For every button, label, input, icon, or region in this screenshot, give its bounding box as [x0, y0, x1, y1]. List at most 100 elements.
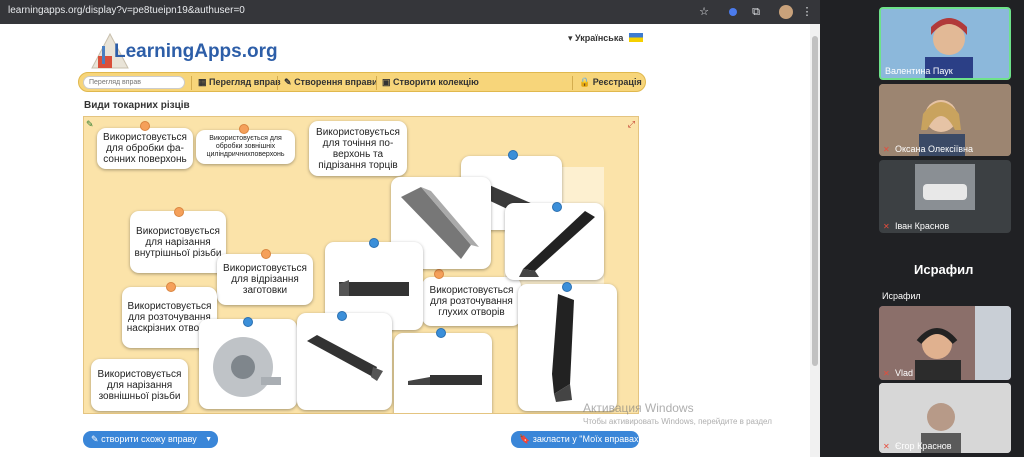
drag-pin: [337, 311, 347, 321]
participant-tile[interactable]: ✕ Єгор Краснов: [879, 383, 1011, 453]
bookmark-star-icon[interactable]: ☆: [696, 4, 712, 20]
participant-label: ✕ Оксана Олексіївна: [883, 144, 973, 154]
grid-icon: ▦: [198, 77, 207, 87]
create-similar-label: створити схожу вправу: [101, 434, 197, 444]
boring-tool-image: [408, 375, 482, 385]
nav-divider: [277, 76, 278, 90]
site-logo[interactable]: LearningApps.org: [88, 28, 288, 76]
scrollbar-thumb[interactable]: [812, 36, 818, 366]
mic-off-icon: ✕: [883, 369, 890, 378]
drag-pin: [369, 238, 379, 248]
drag-pin: [434, 269, 444, 279]
create-similar-button[interactable]: ✎ створити схожу вправу ▼: [83, 431, 218, 448]
participant-tile[interactable]: ✕ Vlad: [879, 306, 1011, 380]
edit-icon[interactable]: ✎: [86, 119, 94, 130]
drag-pin: [552, 202, 562, 212]
image-card[interactable]: [518, 284, 617, 411]
participant-name: Іван Краснов: [895, 221, 950, 231]
nav-browse-exercises[interactable]: ▦ Перегляд вправ: [198, 77, 281, 88]
chevron-down-icon[interactable]: ▼: [205, 431, 212, 448]
text-card-label: Використовується для відрізання заготовк…: [223, 263, 307, 296]
nav-create-collection[interactable]: ▣ Створити колекцію: [382, 77, 479, 88]
lathe-tool-image: [519, 211, 595, 277]
mic-off-icon: ✕: [883, 222, 890, 231]
address-bar[interactable]: learningapps.org/display?v=pe8tueipn19&a…: [0, 0, 820, 24]
search-input[interactable]: [83, 76, 185, 89]
web-page: LearningApps.org ▾ Українська ▦ Перегляд…: [0, 24, 810, 457]
activation-title: Активация Windows: [583, 401, 694, 415]
pencil-icon: ✎: [284, 77, 292, 87]
image-card[interactable]: [199, 319, 297, 409]
nav-create-exercise[interactable]: ✎ Створення вправи: [284, 77, 378, 88]
text-card[interactable]: Використовується для обробки фа-сонних п…: [97, 128, 193, 169]
text-card[interactable]: Використовується для нарізання внутрішнь…: [130, 211, 226, 273]
participant-name: Валентина Паук: [885, 66, 953, 76]
participants-panel: Валентина Паук ✕ Оксана Олексіївна ✕ Іван …: [820, 0, 1024, 457]
image-card[interactable]: [505, 203, 604, 280]
drag-pin: [562, 282, 572, 292]
logo-text: LearningApps.org: [114, 41, 278, 62]
mic-off-icon: ✕: [883, 442, 890, 451]
nav-collection-label: Створити колекцію: [393, 77, 479, 87]
participant-label: ✕ Іван Краснов: [883, 221, 949, 231]
extensions-puzzle-icon[interactable]: ⧉: [748, 4, 764, 20]
nav-divider: [376, 76, 377, 90]
bookmark-icon: 🔖: [519, 434, 531, 444]
participant-label: ✕ Єгор Краснов: [883, 441, 952, 451]
drag-pin: [261, 249, 271, 259]
text-card[interactable]: Використовується для відрізання заготовк…: [217, 254, 313, 305]
edit-icon: ✎: [91, 434, 99, 444]
chevron-down-icon: ▾: [568, 33, 573, 43]
featured-participant-name: Исрафил: [914, 262, 974, 277]
image-card[interactable]: [394, 333, 492, 413]
exercise-title: Види токарних різців: [84, 100, 190, 111]
lathe-tool-image: [552, 294, 574, 402]
drag-pin: [239, 124, 249, 134]
lathe-tool-image: [307, 335, 383, 381]
participant-tile[interactable]: Валентина Паук: [879, 7, 1011, 80]
nav-register[interactable]: 🔒 Реєстрація: [579, 77, 642, 88]
drag-pin: [436, 328, 446, 338]
language-selector[interactable]: ▾ Українська: [568, 33, 643, 44]
text-card-label: Використовується для точіння по-верхонь …: [316, 126, 400, 171]
text-card-label: Використовується для нарізання зовнішньо…: [97, 368, 182, 402]
text-card[interactable]: Використовується для розточування глухих…: [422, 277, 521, 326]
image-card[interactable]: [297, 313, 392, 410]
nav-divider: [572, 76, 573, 90]
lock-icon: 🔒: [579, 77, 591, 87]
text-card[interactable]: Використовується для нарізання зовнішньо…: [91, 359, 188, 411]
drag-pin: [166, 282, 176, 292]
extension-icon[interactable]: [729, 8, 737, 16]
nav-register-label: Реєстрація: [592, 77, 642, 87]
bookmark-button[interactable]: 🔖 закласти у "Моїх вправах": [511, 431, 642, 448]
activation-subtitle: Чтобы активировать Windows, перейдите в …: [583, 417, 772, 426]
text-card-label: Використовується для розточування глухих…: [429, 285, 514, 318]
participant-name: Єгор Краснов: [895, 441, 952, 451]
text-card-label: Використовується для обробки фа-сонних п…: [103, 132, 187, 165]
text-card-label: Використовується для нарізання внутрішнь…: [134, 225, 222, 259]
screen: learningapps.org/display?v=pe8tueipn19&a…: [0, 0, 1024, 457]
fullscreen-icon[interactable]: ⤢: [628, 119, 635, 130]
bookmark-label: закласти у "Моїх вправах": [532, 434, 642, 444]
nav-divider: [191, 76, 192, 90]
drag-pin: [243, 317, 253, 327]
drag-pin: [508, 150, 518, 160]
participant-label: ✕ Vlad: [883, 368, 913, 378]
collection-icon: ▣: [382, 77, 391, 87]
text-card[interactable]: Використовується для обробки зовнішніх ц…: [196, 130, 295, 164]
windows-activation-watermark: Активация Windows Чтобы активировать Win…: [583, 401, 772, 426]
participant-name: Vlad: [895, 368, 914, 378]
profile-avatar[interactable]: [779, 5, 793, 19]
url-text[interactable]: learningapps.org/display?v=pe8tueipn19&a…: [8, 5, 245, 16]
page-scrollbar[interactable]: [810, 24, 820, 457]
participant-tile[interactable]: ✕ Оксана Олексіївна: [879, 84, 1011, 156]
nav-browse-label: Перегляд вправ: [209, 77, 281, 87]
menu-dots-icon[interactable]: ⋮: [799, 4, 815, 20]
drag-pin: [174, 207, 184, 217]
browser-window: learningapps.org/display?v=pe8tueipn19&a…: [0, 0, 820, 457]
participant-tile[interactable]: ✕ Іван Краснов: [879, 160, 1011, 233]
main-navigation: ▦ Перегляд вправ ✎ Створення вправи ▣ Ст…: [78, 72, 646, 92]
thread-tool-image: [213, 337, 281, 397]
drag-pin: [140, 121, 150, 131]
text-card[interactable]: Використовується для точіння по-верхонь …: [309, 121, 407, 176]
